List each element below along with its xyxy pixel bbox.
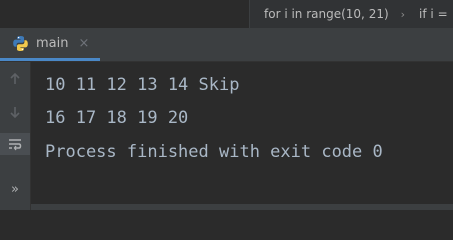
bottom-strip <box>31 204 453 210</box>
arrow-up-icon[interactable] <box>0 68 30 90</box>
breadcrumb-bar: for i in range(10, 21) › if i = <box>0 0 453 28</box>
console-line-1: 10 11 12 13 14 Skip <box>45 75 240 95</box>
tab-main-label: main <box>36 35 69 51</box>
breadcrumb-separator-icon: › <box>400 7 406 21</box>
close-icon[interactable]: × <box>78 36 89 51</box>
run-tabbar: main × <box>0 28 453 62</box>
arrow-down-icon[interactable] <box>0 101 30 123</box>
soft-wrap-icon[interactable] <box>0 133 30 155</box>
expand-chevrons-icon[interactable]: » <box>0 178 30 200</box>
console-output: 10 11 12 13 14 Skip 16 17 18 19 20 Proce… <box>31 62 453 210</box>
python-icon <box>12 35 29 52</box>
breadcrumb-item-if[interactable]: if i = <box>405 7 448 21</box>
console-line-2: 16 17 18 19 20 <box>45 108 189 128</box>
tab-main[interactable]: main × <box>0 28 100 61</box>
console-line-3: Process finished with exit code 0 <box>45 142 383 162</box>
breadcrumb: for i in range(10, 21) › if i = <box>249 0 453 28</box>
breadcrumb-item-for-loop[interactable]: for i in range(10, 21) <box>250 7 389 21</box>
run-toolbar: » <box>0 62 31 210</box>
